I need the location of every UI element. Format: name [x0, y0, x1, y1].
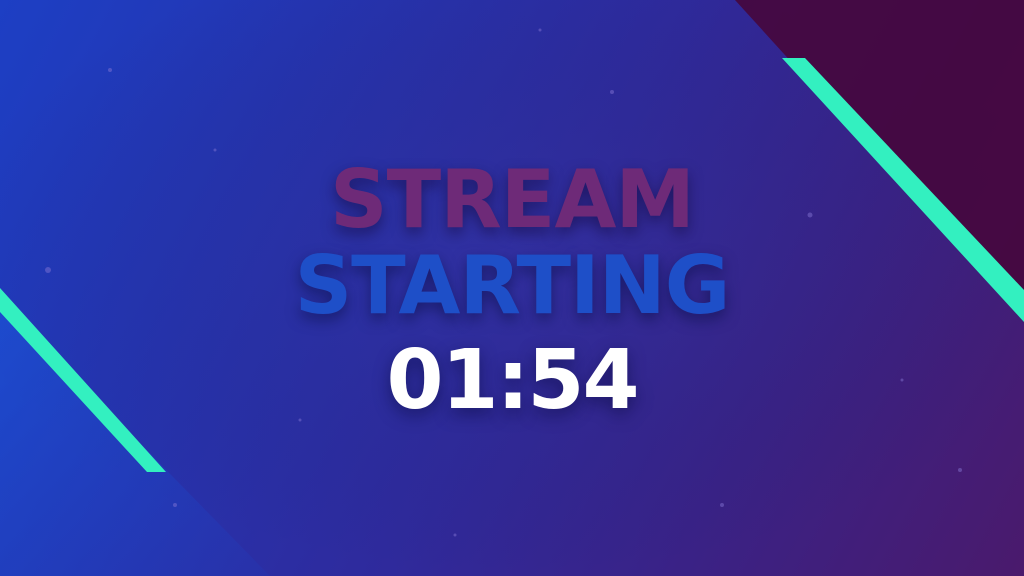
title-starting: STARTING [294, 239, 731, 332]
title-stream: STREAM [330, 153, 695, 246]
countdown-timer: 01:54 [386, 333, 639, 428]
stream-starting-screen: STREAM STARTING 01:54 [0, 0, 1024, 576]
